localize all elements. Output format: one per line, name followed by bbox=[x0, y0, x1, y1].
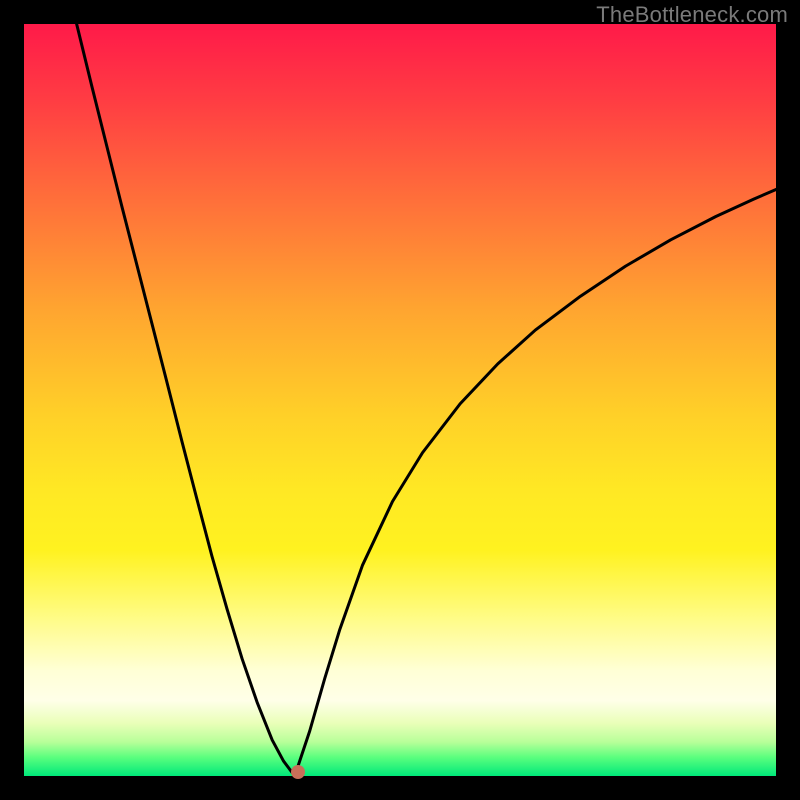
curve-left-branch bbox=[77, 24, 295, 776]
bottleneck-curve bbox=[24, 24, 776, 776]
chart-plot-area bbox=[24, 24, 776, 776]
chart-frame: TheBottleneck.com bbox=[0, 0, 800, 800]
watermark-label: TheBottleneck.com bbox=[596, 2, 788, 28]
optimal-point-marker bbox=[291, 765, 305, 779]
curve-right-branch bbox=[295, 189, 776, 776]
